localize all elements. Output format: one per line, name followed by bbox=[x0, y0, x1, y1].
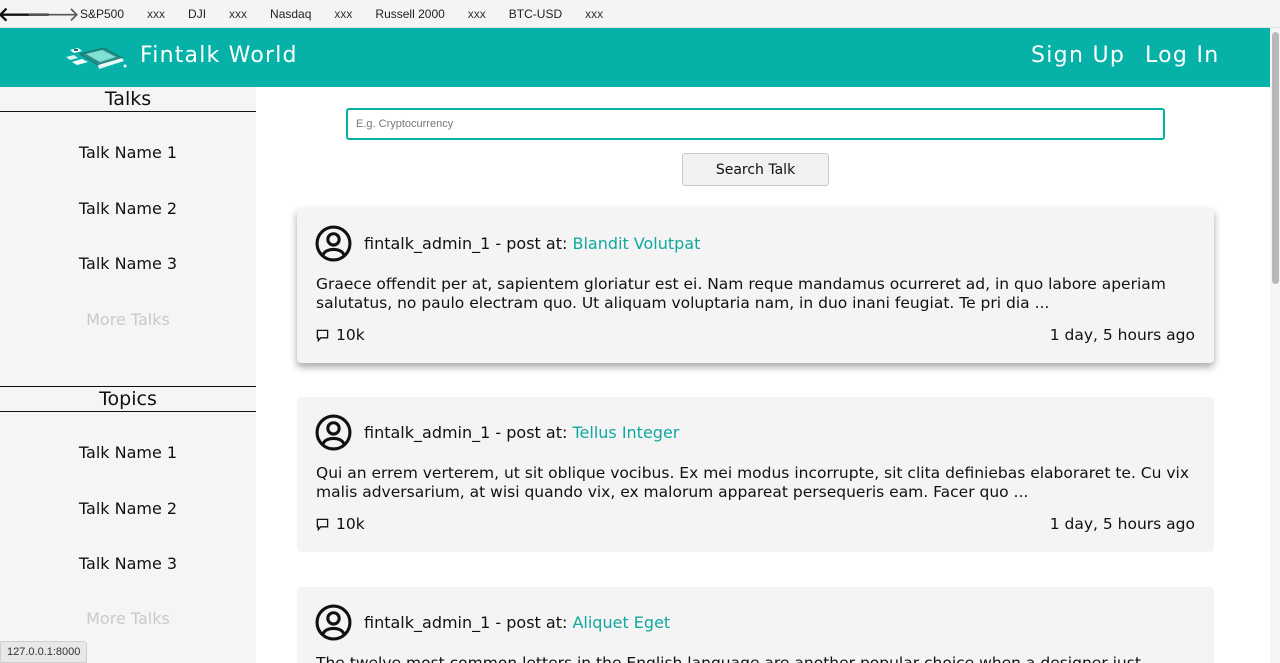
more-topics-link[interactable]: More Talks bbox=[0, 609, 256, 628]
ticker-symbol: Nasdaq bbox=[270, 6, 312, 21]
ticker-bar: 🡐 🡒 S&P500 xxx DJI xxx Nasdaq xxx Russel… bbox=[0, 0, 1280, 28]
sidebar-talk-item[interactable]: Talk Name 2 bbox=[0, 199, 256, 218]
post-card[interactable]: fintalk_admin_1 - post at: Blandit Volut… bbox=[297, 208, 1214, 363]
search-talk-button[interactable]: Search Talk bbox=[682, 153, 829, 186]
post-header: fintalk_admin_1 - post at: Aliquet Eget bbox=[364, 613, 670, 632]
post-body: Graece offendit per at, sapientem gloria… bbox=[316, 275, 1166, 312]
ticker-symbol: S&P500 bbox=[80, 6, 125, 21]
comments-label: 10k bbox=[336, 515, 365, 533]
user-avatar-icon bbox=[315, 604, 352, 641]
ticker-value: xxx bbox=[147, 6, 166, 21]
post-talk-link[interactable]: Tellus Integer bbox=[572, 423, 679, 442]
topics-heading: Topics bbox=[0, 387, 256, 412]
sidebar: Talks Talk Name 1 Talk Name 2 Talk Name … bbox=[0, 87, 256, 663]
post-card[interactable]: fintalk_admin_1 - post at: Aliquet Eget … bbox=[297, 587, 1214, 663]
ticker-symbol: BTC-USD bbox=[508, 6, 563, 21]
post-separator: - post at: bbox=[490, 613, 573, 632]
post-talk-link[interactable]: Aliquet Eget bbox=[572, 613, 670, 632]
laptop-logo-icon[interactable] bbox=[64, 42, 128, 74]
login-link[interactable]: Log In bbox=[1145, 43, 1220, 68]
signup-link[interactable]: Sign Up bbox=[1031, 43, 1125, 68]
post-separator: - post at: bbox=[490, 234, 573, 253]
post-card[interactable]: fintalk_admin_1 - post at: Tellus Intege… bbox=[297, 397, 1214, 552]
scrollbar-thumb[interactable] bbox=[1272, 32, 1279, 284]
sidebar-topic-item[interactable]: Talk Name 2 bbox=[0, 499, 256, 518]
ticker-items: S&P500 xxx DJI xxx Nasdaq xxx Russell 20… bbox=[80, 7, 626, 21]
user-avatar-icon bbox=[315, 225, 352, 262]
site-header: Fintalk World Sign Up Log In bbox=[0, 28, 1280, 87]
post-body: Qui an errem verterem, ut sit oblique vo… bbox=[316, 464, 1190, 501]
post-body: The twelve most common letters in the En… bbox=[316, 654, 1141, 663]
ticker-value: xxx bbox=[467, 6, 486, 21]
post-author[interactable]: fintalk_admin_1 bbox=[364, 423, 490, 442]
ticker-symbol: Russell 2000 bbox=[375, 6, 445, 21]
comments-label: 10k bbox=[336, 326, 365, 344]
arrow-right-icon[interactable]: 🡒 bbox=[26, 0, 80, 28]
ticker-value: xxx bbox=[229, 6, 248, 21]
post-separator: - post at: bbox=[490, 423, 573, 442]
search-input[interactable] bbox=[346, 108, 1165, 140]
ticker-value: xxx bbox=[334, 6, 353, 21]
comment-icon bbox=[316, 329, 329, 342]
sidebar-talk-item[interactable]: Talk Name 3 bbox=[0, 254, 256, 273]
comments-count[interactable]: 10k bbox=[316, 515, 365, 533]
sidebar-topic-item[interactable]: Talk Name 3 bbox=[0, 554, 256, 573]
user-avatar-icon bbox=[315, 414, 352, 451]
post-timestamp: 1 day, 5 hours ago bbox=[1049, 326, 1195, 344]
ticker-value: xxx bbox=[585, 6, 604, 21]
status-url: 127.0.0.1:8000 bbox=[0, 641, 88, 663]
brand-name[interactable]: Fintalk World bbox=[140, 43, 298, 68]
post-timestamp: 1 day, 5 hours ago bbox=[1049, 515, 1195, 533]
sidebar-talk-item[interactable]: Talk Name 1 bbox=[0, 143, 256, 162]
sidebar-topic-item[interactable]: Talk Name 1 bbox=[0, 443, 256, 462]
post-header: fintalk_admin_1 - post at: Tellus Intege… bbox=[364, 423, 679, 442]
ticker-symbol: DJI bbox=[188, 6, 207, 21]
post-author[interactable]: fintalk_admin_1 bbox=[364, 234, 490, 253]
post-talk-link[interactable]: Blandit Volutpat bbox=[572, 234, 700, 253]
comment-icon bbox=[316, 518, 329, 531]
post-author[interactable]: fintalk_admin_1 bbox=[364, 613, 490, 632]
comments-count[interactable]: 10k bbox=[316, 326, 365, 344]
post-header: fintalk_admin_1 - post at: Blandit Volut… bbox=[364, 234, 700, 253]
talks-heading: Talks bbox=[0, 87, 256, 112]
more-talks-link[interactable]: More Talks bbox=[0, 310, 256, 329]
